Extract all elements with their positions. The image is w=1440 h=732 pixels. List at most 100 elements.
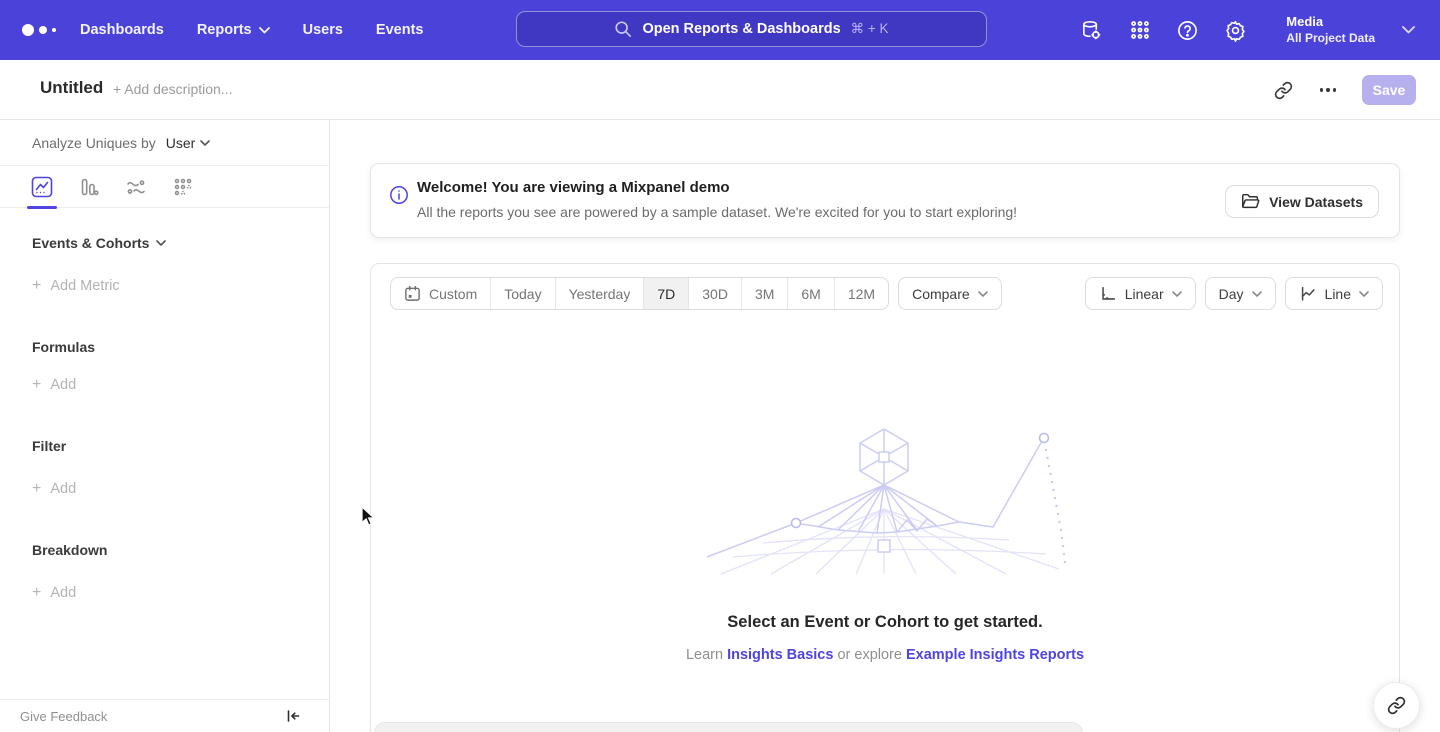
- range-today[interactable]: Today: [490, 278, 554, 309]
- mixpanel-logo[interactable]: [22, 0, 56, 60]
- tab-flows[interactable]: [124, 172, 148, 202]
- chevron-down-icon: [978, 291, 988, 297]
- project-name: Media: [1286, 14, 1375, 30]
- section-filter: Filter: [32, 438, 297, 454]
- demo-welcome-banner: Welcome! You are viewing a Mixpanel demo…: [370, 163, 1400, 238]
- section-events-cohorts[interactable]: Events & Cohorts: [32, 235, 297, 251]
- compare-button[interactable]: Compare: [898, 277, 1002, 310]
- range-3m[interactable]: 3M: [741, 278, 787, 309]
- plus-icon: +: [32, 278, 41, 294]
- add-description-field[interactable]: + Add description...: [113, 81, 232, 97]
- copy-link-icon[interactable]: [1274, 80, 1294, 100]
- empty-state-hint: Learn Insights Basics or explore Example…: [371, 647, 1399, 663]
- tab-insights[interactable]: [30, 172, 54, 202]
- top-nav: Dashboards Reports Users Events Open Rep…: [0, 0, 1440, 60]
- banner-title: Welcome! You are viewing a Mixpanel demo: [417, 179, 730, 196]
- nav-item-dashboards[interactable]: Dashboards: [80, 22, 164, 38]
- report-header-actions: Save: [1274, 60, 1417, 120]
- report-title[interactable]: Untitled: [40, 78, 103, 98]
- range-12m[interactable]: 12M: [834, 278, 888, 309]
- logo-dot: [39, 26, 47, 34]
- search-placeholder: Open Reports & Dashboards: [642, 21, 840, 37]
- apps-grid-icon[interactable]: [1128, 19, 1151, 42]
- mixpanel-insights-page: Dashboards Reports Users Events Open Rep…: [0, 0, 1440, 732]
- date-range-segmented-control: Custom Today Yesterday 7D 30D 3M 6M 12M: [390, 277, 889, 310]
- add-filter-button[interactable]: + Add: [32, 481, 297, 497]
- bar-chart-icon: [78, 176, 100, 198]
- insights-basics-link[interactable]: Insights Basics: [727, 647, 833, 663]
- tab-bar-chart[interactable]: [77, 172, 101, 202]
- share-link-fab[interactable]: [1373, 682, 1420, 729]
- view-datasets-button[interactable]: View Datasets: [1225, 185, 1379, 218]
- chevron-down-icon: [1172, 291, 1182, 297]
- nav-items: Dashboards Reports Users Events: [80, 0, 423, 60]
- plus-icon: +: [32, 585, 41, 601]
- give-feedback-link[interactable]: Give Feedback: [20, 709, 107, 724]
- search-icon: [614, 20, 632, 38]
- gear-icon[interactable]: [1224, 19, 1247, 42]
- example-insights-reports-link[interactable]: Example Insights Reports: [906, 647, 1084, 663]
- chevron-down-icon[interactable]: [1402, 21, 1415, 39]
- calendar-icon: [404, 285, 421, 302]
- chevron-down-icon: [1359, 291, 1369, 297]
- add-metric-button[interactable]: + Add Metric: [32, 278, 297, 294]
- empty-state-illustration: [701, 424, 1071, 576]
- range-30d[interactable]: 30D: [688, 278, 741, 309]
- logo-dot: [52, 28, 56, 32]
- chevron-down-icon: [200, 140, 210, 146]
- bottom-panel-edge: [374, 722, 1083, 732]
- query-builder-sidebar: Analyze Uniques by User: [0, 120, 330, 732]
- data-management-icon[interactable]: [1080, 19, 1103, 42]
- retention-grid-icon: [172, 176, 194, 198]
- visualization-tabs: [0, 166, 329, 208]
- line-chart-icon: [1299, 285, 1317, 303]
- report-header: Untitled + Add description... Save: [0, 60, 1440, 120]
- chart-panel: Custom Today Yesterday 7D 30D 3M 6M 12M …: [370, 263, 1400, 732]
- chevron-down-icon: [259, 27, 270, 34]
- global-search[interactable]: Open Reports & Dashboards ⌘ + K: [516, 11, 987, 47]
- chart-type-selector[interactable]: Line: [1285, 277, 1383, 310]
- plus-icon: +: [32, 481, 41, 497]
- chart-toolbar: Custom Today Yesterday 7D 30D 3M 6M 12M …: [390, 277, 1383, 310]
- linear-axis-icon: [1099, 285, 1117, 303]
- save-button[interactable]: Save: [1362, 75, 1416, 105]
- add-formula-button[interactable]: + Add: [32, 377, 297, 393]
- collapse-sidebar-icon[interactable]: [285, 708, 301, 724]
- tab-retention[interactable]: [171, 172, 195, 202]
- search-shortcut: ⌘ + K: [851, 21, 889, 37]
- analyze-row: Analyze Uniques by User: [0, 120, 329, 166]
- chevron-down-icon: [156, 240, 166, 246]
- project-selector[interactable]: Media All Project Data: [1286, 14, 1375, 45]
- more-options-button[interactable]: [1316, 84, 1341, 96]
- analyze-by-selector[interactable]: User: [166, 135, 211, 151]
- report-main: Welcome! You are viewing a Mixpanel demo…: [330, 120, 1440, 732]
- sidebar-footer: Give Feedback: [0, 699, 329, 732]
- add-breakdown-button[interactable]: + Add: [32, 585, 297, 601]
- analyze-label: Analyze Uniques by: [32, 135, 156, 151]
- range-yesterday[interactable]: Yesterday: [555, 278, 644, 309]
- empty-state-title: Select an Event or Cohort to get started…: [371, 613, 1399, 632]
- interval-selector[interactable]: Day: [1205, 277, 1276, 310]
- nav-item-events[interactable]: Events: [376, 22, 424, 38]
- query-sections: Events & Cohorts + Add Metric Formulas +…: [0, 235, 329, 601]
- nav-item-reports[interactable]: Reports: [197, 22, 270, 38]
- chevron-down-icon: [1252, 291, 1262, 297]
- nav-right: Media All Project Data: [1080, 0, 1415, 60]
- range-6m[interactable]: 6M: [787, 278, 833, 309]
- help-icon[interactable]: [1176, 19, 1199, 42]
- range-7d-selected[interactable]: 7D: [643, 278, 688, 309]
- section-formulas: Formulas: [32, 339, 297, 355]
- insights-chart-icon: [31, 176, 53, 198]
- nav-item-users[interactable]: Users: [303, 22, 343, 38]
- link-icon: [1387, 696, 1406, 715]
- logo-dot: [22, 24, 34, 36]
- plus-icon: +: [32, 377, 41, 393]
- project-scope: All Project Data: [1286, 31, 1375, 46]
- flows-icon: [125, 176, 147, 198]
- range-custom[interactable]: Custom: [391, 278, 490, 309]
- banner-subtitle: All the reports you see are powered by a…: [417, 204, 1017, 220]
- scale-selector[interactable]: Linear: [1085, 277, 1196, 310]
- info-icon: [389, 185, 409, 210]
- section-breakdown: Breakdown: [32, 542, 297, 558]
- folder-icon: [1241, 193, 1260, 210]
